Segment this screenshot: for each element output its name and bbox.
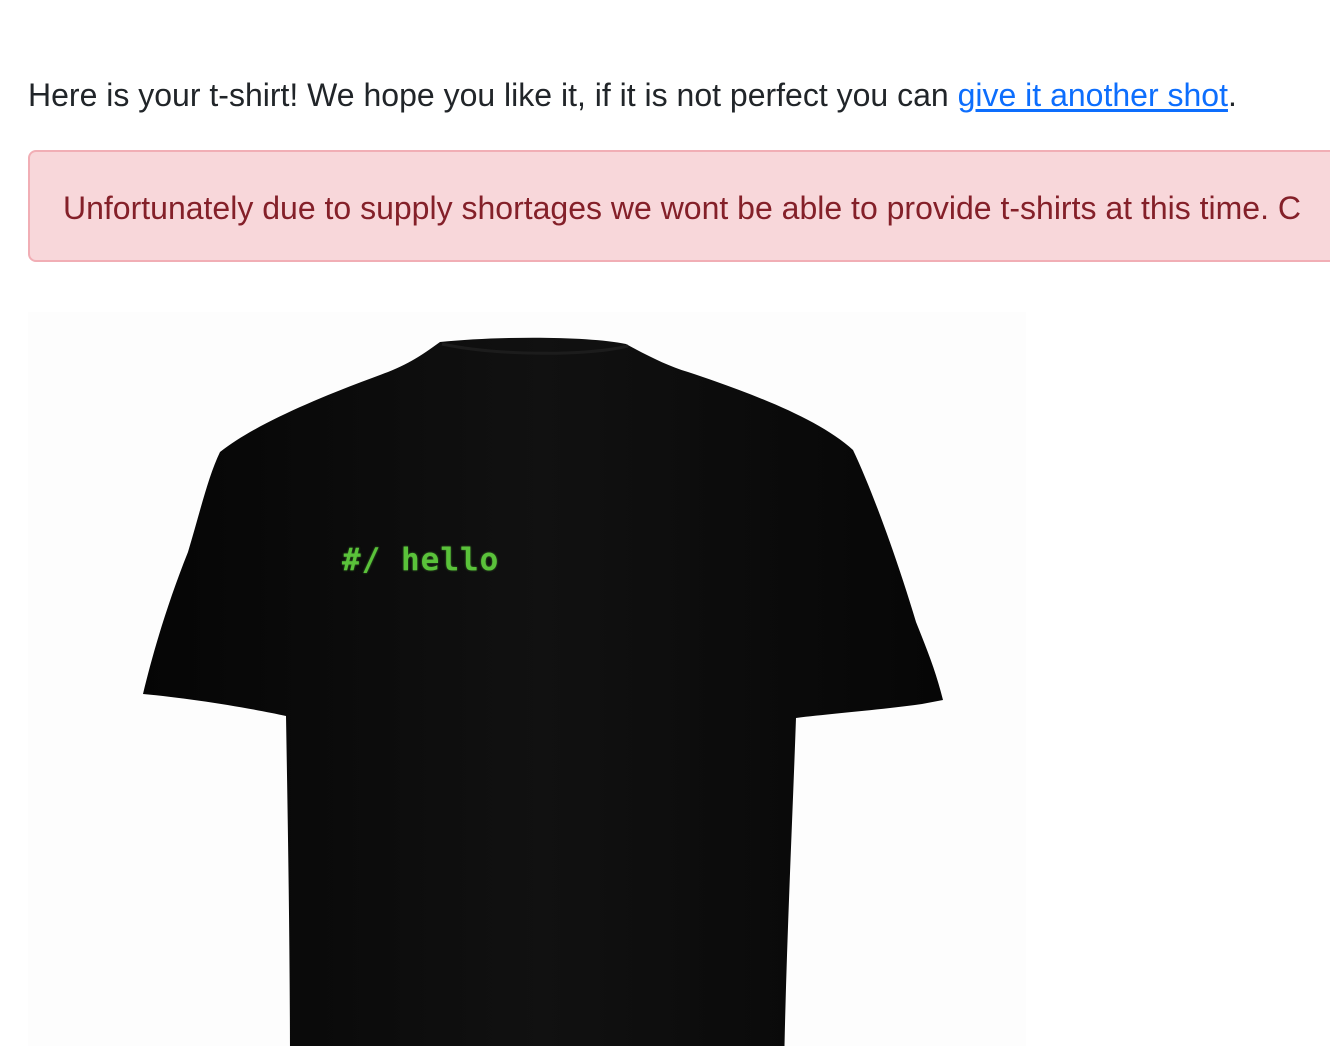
alert-message: Unfortunately due to supply shortages we… bbox=[63, 190, 1301, 226]
tshirt-image: #/ hello bbox=[28, 312, 1026, 1046]
tshirt-body bbox=[143, 337, 943, 1046]
intro-text: Here is your t-shirt! We hope you like i… bbox=[28, 77, 958, 113]
page: Here is your t-shirt! We hope you like i… bbox=[0, 0, 1330, 1046]
supply-shortage-alert: Unfortunately due to supply shortages we… bbox=[28, 150, 1330, 262]
intro-paragraph: Here is your t-shirt! We hope you like i… bbox=[28, 72, 1237, 118]
tshirt-graphic bbox=[143, 337, 943, 1046]
tshirt-print-text: #/ hello bbox=[342, 542, 500, 578]
intro-period: . bbox=[1227, 77, 1237, 113]
retry-link[interactable]: give it another shot bbox=[958, 77, 1228, 113]
